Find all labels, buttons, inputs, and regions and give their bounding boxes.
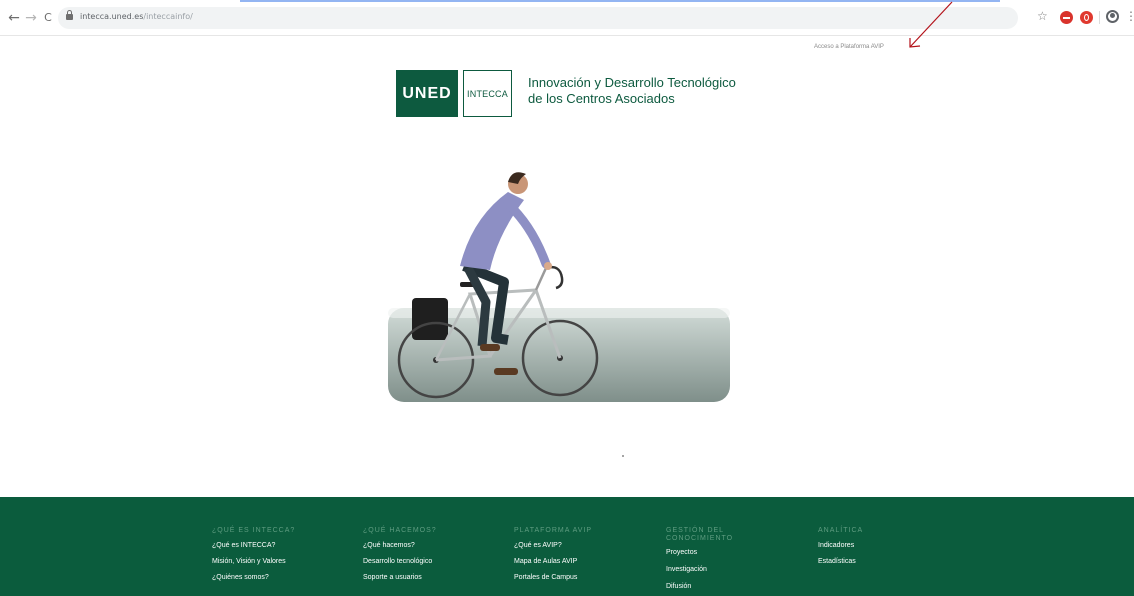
footer-column-analitica: ANALÍTICA Indicadores Estadísticas xyxy=(818,527,863,566)
hero-cyclist-image xyxy=(388,172,730,402)
footer-link[interactable]: Mapa de Aulas AVIP xyxy=(514,557,592,566)
footer-link[interactable]: ¿Qué es AVIP? xyxy=(514,541,592,550)
footer-link[interactable]: Estadísticas xyxy=(818,557,863,566)
lock-icon[interactable] xyxy=(66,10,73,20)
footer-link[interactable]: Misión, Visión y Valores xyxy=(212,557,295,566)
profile-icon[interactable] xyxy=(1106,10,1119,23)
address-bar[interactable] xyxy=(58,7,1018,29)
footer-heading: CONOCIMIENTO xyxy=(666,535,734,542)
extension-icon[interactable] xyxy=(1060,11,1073,24)
intecca-logo[interactable]: INTECCA xyxy=(463,70,512,117)
footer-link[interactable]: Indicadores xyxy=(818,541,863,550)
footer-link[interactable]: Portales de Campus xyxy=(514,573,592,582)
footer-heading: ¿QUÉ HACEMOS? xyxy=(363,527,437,534)
star-icon[interactable]: ☆ xyxy=(1037,9,1048,23)
footer-heading: PLATAFORMA AVIP xyxy=(514,527,593,534)
url-path: /inteccainfo/ xyxy=(143,12,193,21)
toolbar-divider xyxy=(1099,11,1100,24)
site-tagline: Innovación y Desarrollo Tecnológico de l… xyxy=(528,75,768,107)
footer-link[interactable]: ¿Qué hacemos? xyxy=(363,541,437,550)
site-footer: ¿QUÉ ES INTECCA? ¿Qué es INTECCA? Misión… xyxy=(0,497,1134,596)
footer-link[interactable]: Desarrollo tecnológico xyxy=(363,557,437,566)
url-text[interactable]: intecca.uned.es/inteccainfo/ xyxy=(80,12,193,21)
footer-heading: ¿QUÉ ES INTECCA? xyxy=(212,527,296,534)
forward-arrow-icon[interactable]: → xyxy=(23,10,39,26)
footer-column-plataforma-avip: PLATAFORMA AVIP ¿Qué es AVIP? Mapa de Au… xyxy=(514,527,592,582)
footer-column-que-es: ¿QUÉ ES INTECCA? ¿Qué es INTECCA? Misión… xyxy=(212,527,295,582)
tagline-line-2: de los Centros Asociados xyxy=(528,91,675,106)
tagline-line-1: Innovación y Desarrollo Tecnológico xyxy=(528,75,736,90)
carousel-dot[interactable] xyxy=(622,455,624,457)
footer-link[interactable]: ¿Quiénes somos? xyxy=(212,573,295,582)
footer-link[interactable]: Difusión xyxy=(666,582,733,591)
url-host: intecca.uned.es xyxy=(80,12,144,21)
footer-link[interactable]: Soporte a usuarios xyxy=(363,573,437,582)
uned-logo[interactable]: UNED xyxy=(396,70,458,117)
access-avip-link[interactable]: Acceso a Plataforma AVIP xyxy=(814,44,884,50)
footer-link[interactable]: ¿Qué es INTECCA? xyxy=(212,541,295,550)
footer-link[interactable]: Investigación xyxy=(666,565,733,574)
footer-heading: ANALÍTICA xyxy=(818,527,864,534)
back-arrow-icon[interactable]: ← xyxy=(6,10,22,26)
footer-column-gestion: GESTIÓN DEL CONOCIMIENTO Proyectos Inves… xyxy=(666,527,733,591)
annotation-arrow-icon xyxy=(909,1,953,48)
loading-bar xyxy=(240,0,1000,2)
opera-icon[interactable] xyxy=(1080,11,1093,24)
footer-link[interactable]: Proyectos xyxy=(666,548,733,557)
kebab-menu-icon[interactable]: ⋮ xyxy=(1125,9,1134,23)
footer-heading: GESTIÓN DEL xyxy=(666,527,725,534)
footer-column-que-hacemos: ¿QUÉ HACEMOS? ¿Qué hacemos? Desarrollo t… xyxy=(363,527,437,582)
reload-icon[interactable]: C xyxy=(40,10,56,26)
